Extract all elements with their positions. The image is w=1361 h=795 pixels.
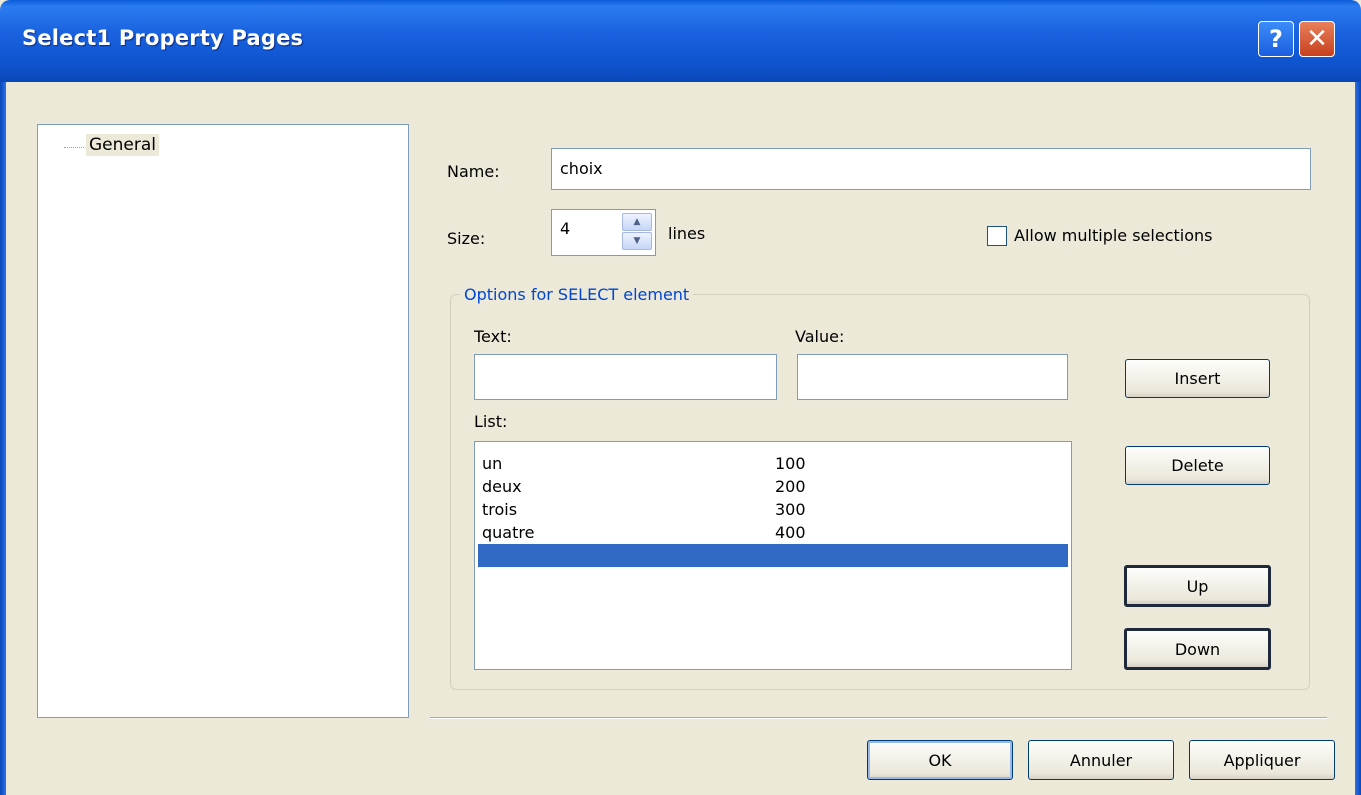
list-item-selected[interactable]	[478, 544, 1068, 567]
text-label: Text:	[474, 327, 512, 346]
window-border-left	[0, 82, 6, 795]
delete-button[interactable]: Delete	[1125, 446, 1270, 485]
cancel-button[interactable]: Annuler	[1028, 740, 1174, 780]
list-item-text: trois	[482, 500, 518, 519]
window-border-right	[1355, 82, 1361, 795]
page-tree[interactable]: General	[37, 124, 409, 718]
name-input[interactable]: choix	[551, 148, 1311, 190]
list-item-text: un	[482, 454, 503, 473]
size-units-label: lines	[668, 224, 706, 243]
value-label: Value:	[795, 327, 845, 346]
options-list[interactable]: un 100 deux 200 trois 300 quatre 400	[474, 441, 1072, 670]
window-title: Select1 Property Pages	[22, 26, 304, 50]
ok-button[interactable]: OK	[867, 740, 1013, 780]
spin-up-icon[interactable]: ▲	[622, 213, 652, 231]
insert-button[interactable]: Insert	[1125, 359, 1270, 398]
list-item[interactable]: trois 300	[475, 498, 1071, 521]
apply-button[interactable]: Appliquer	[1189, 740, 1335, 780]
list-item-value: 300	[775, 500, 806, 519]
property-pages-dialog: Select1 Property Pages ? ✕ General Name:…	[0, 0, 1361, 795]
up-button[interactable]: Up	[1124, 565, 1271, 607]
down-button[interactable]: Down	[1124, 628, 1271, 670]
text-input[interactable]	[474, 354, 777, 400]
list-item[interactable]: deux 200	[475, 475, 1071, 498]
list-item[interactable]: quatre 400	[475, 521, 1071, 544]
footer-separator	[430, 717, 1327, 719]
value-input[interactable]	[797, 354, 1068, 400]
list-label: List:	[474, 412, 508, 431]
list-item-value: 200	[775, 477, 806, 496]
options-group-title: Options for SELECT element	[460, 285, 694, 304]
list-item-value: 400	[775, 523, 806, 542]
list-item-text: quatre	[482, 523, 535, 542]
allow-multiple-checkbox[interactable]	[987, 226, 1007, 246]
help-button[interactable]: ?	[1258, 21, 1294, 57]
title-bar[interactable]: Select1 Property Pages ? ✕	[0, 0, 1361, 82]
tree-connector-line	[64, 147, 84, 148]
size-label: Size:	[447, 229, 486, 248]
spin-down-icon[interactable]: ▼	[622, 232, 652, 250]
list-item-value: 100	[775, 454, 806, 473]
list-item[interactable]: un 100	[475, 452, 1071, 475]
size-spinner[interactable]: ▲ ▼	[622, 213, 654, 251]
tree-item-general[interactable]: General	[86, 134, 159, 156]
list-item-text: deux	[482, 477, 522, 496]
close-button[interactable]: ✕	[1299, 21, 1335, 57]
name-label: Name:	[447, 162, 500, 181]
allow-multiple-label[interactable]: Allow multiple selections	[1014, 226, 1212, 245]
